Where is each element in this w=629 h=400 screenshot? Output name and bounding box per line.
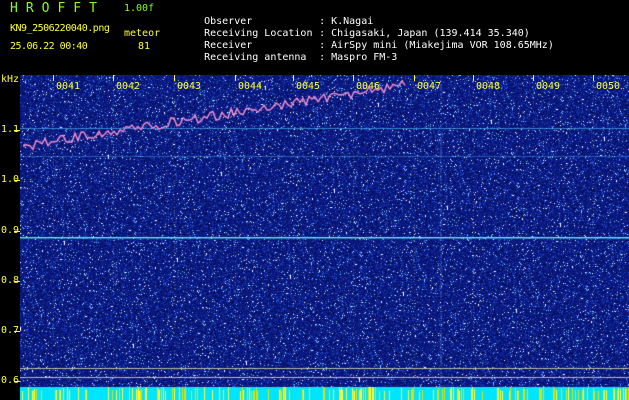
x-tick-label: 0046: [356, 81, 381, 92]
spectrogram-panel: 0041 0042 0043 0044 0045 0046 0047 0048 …: [20, 75, 629, 400]
x-tick: [293, 75, 294, 81]
x-tick: [414, 75, 415, 81]
x-tick-label: 0045: [296, 81, 321, 92]
datetime-label: 25.06.22 00:40: [10, 41, 88, 52]
info-key: Receiving antenna: [204, 52, 307, 63]
x-tick-label: 0050: [596, 81, 621, 92]
spectrogram-canvas: [20, 75, 629, 400]
x-tick: [533, 75, 534, 81]
x-tick-label: 0044: [238, 81, 263, 92]
x-tick: [473, 75, 474, 81]
x-tick: [593, 75, 594, 81]
meteor-count: 81: [138, 41, 151, 52]
x-tick-label: 0041: [56, 81, 81, 92]
meteor-label: meteor: [124, 28, 161, 39]
x-tick-label: 0049: [536, 81, 561, 92]
frequency-axis: kHz 1.1 1.0 0.9 0.8 0.7 0.6: [0, 75, 20, 400]
header-panel: HROFFT 1.00f KN9_2506220040.png meteor 2…: [0, 0, 629, 75]
app-title: HROFFT: [10, 1, 105, 16]
file-name: KN9_2506220040.png: [10, 23, 110, 34]
info-row-antenna: Receiving antenna: Maspro FM-3: [204, 52, 398, 63]
version-label: 1.00f: [124, 3, 155, 14]
x-tick: [113, 75, 114, 81]
info-value: Maspro FM-3: [331, 52, 398, 63]
x-tick-label: 0042: [116, 81, 141, 92]
x-tick: [53, 75, 54, 81]
x-tick-label: 0048: [476, 81, 501, 92]
x-tick: [174, 75, 175, 81]
x-tick: [353, 75, 354, 81]
x-tick: [235, 75, 236, 81]
x-tick-label: 0043: [177, 81, 202, 92]
x-tick-label: 0047: [417, 81, 442, 92]
axis-unit-label: kHz: [1, 74, 20, 85]
